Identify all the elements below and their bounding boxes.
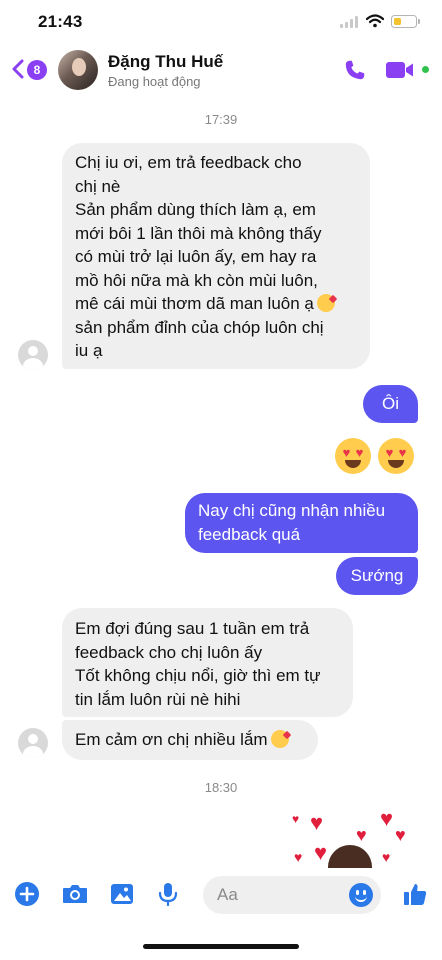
outgoing-message-bubble[interactable]: Sướng (336, 557, 418, 595)
battery-icon (391, 15, 420, 28)
message-input-container[interactable] (203, 876, 381, 914)
contact-avatar[interactable] (58, 50, 98, 90)
heart-icon: ♥ (382, 849, 391, 865)
conversation-header: 8 Đặng Thu Huế Đang hoạt động (0, 44, 442, 98)
incoming-message-bubble[interactable]: Em cảm ơn chị nhiều lắm (62, 720, 318, 760)
message-line: Sản phẩm dùng thích làm ạ, em (75, 200, 316, 219)
heart-icon: ♥ (314, 840, 328, 865)
heart-icon: ♥ (292, 812, 300, 826)
microphone-icon[interactable] (157, 881, 179, 907)
message-line: Em đợi đúng sau 1 tuần em trả (75, 619, 310, 638)
message-line-with-emoji: mê cái mùi thơm dã man luôn ạ (75, 292, 357, 316)
message-line: mới bôi 1 lần thôi mà không thấy (75, 223, 322, 243)
contact-name[interactable]: Đặng Thu Huế (108, 52, 223, 72)
unread-count-badge[interactable]: 8 (27, 60, 47, 80)
online-indicator (420, 64, 431, 75)
contact-status: Đang hoạt động (108, 74, 201, 89)
message-line: Tốt không chịu nổi, giờ thì em tự (75, 666, 321, 685)
kiss-emoji-icon (316, 294, 335, 312)
heart-icon: ♥ (310, 810, 324, 835)
wifi-icon (366, 14, 384, 28)
heart-icon: ♥ (380, 806, 394, 831)
message-composer (0, 868, 442, 924)
message-line: tin lắm luôn rùi nè hihi (75, 689, 241, 709)
plus-circle-icon[interactable] (14, 881, 40, 907)
kiss-emoji-icon (270, 730, 289, 748)
message-text: Em cảm ơn chị nhiều lắm (75, 730, 268, 749)
thumbs-up-icon[interactable] (402, 881, 428, 907)
status-bar: 21:43 (0, 0, 442, 44)
status-time: 21:43 (38, 12, 83, 31)
home-indicator[interactable] (143, 944, 299, 949)
heart-icon: ♥ (395, 825, 406, 845)
signal-icon (340, 16, 358, 28)
heart-icon: ♥ (356, 825, 367, 845)
message-text: mê cái mùi thơm dã man luôn ạ (75, 294, 314, 313)
photo-icon[interactable] (109, 881, 135, 907)
incoming-message-bubble[interactable]: Em đợi đúng sau 1 tuần em trả feedback c… (62, 608, 353, 717)
message-line: sản phẩm đỉnh của chóp luôn chị (75, 317, 324, 337)
message-line: iu ạ (75, 341, 103, 360)
chevron-left-icon[interactable] (10, 58, 26, 80)
message-input[interactable] (217, 883, 347, 907)
timestamp: 17:39 (204, 112, 238, 127)
heart-icon: ♥ (294, 849, 303, 865)
message-line: feedback quá (198, 524, 301, 544)
battery-level (393, 17, 401, 25)
message-text: Ôi (382, 394, 399, 413)
heart-eyes-emoji-icon[interactable]: ♥ ♥ (378, 438, 414, 474)
heart-eyes-emoji-icon[interactable]: ♥ ♥ (335, 438, 371, 474)
camera-icon[interactable] (61, 881, 89, 907)
outgoing-message-bubble[interactable]: Nay chị cũng nhận nhiều feedback quá (185, 493, 418, 553)
outgoing-message-bubble[interactable]: Ôi (363, 385, 418, 423)
message-line: Nay chị cũng nhận nhiều (198, 501, 386, 520)
message-line: feedback cho chị luôn ấy (75, 642, 263, 662)
message-line: có mùi trở lại luôn ấy, em hay ra (75, 247, 317, 266)
sender-avatar[interactable] (18, 340, 48, 370)
message-line: Chị iu ơi, em trả feedback cho (75, 153, 302, 172)
timestamp: 18:30 (204, 780, 238, 795)
message-text: Sướng (350, 566, 404, 585)
message-line: mồ hôi nữa mà kh còn mùi luôn, (75, 270, 318, 290)
incoming-message-bubble[interactable]: Chị iu ơi, em trả feedback cho chị nè Sả… (62, 143, 370, 369)
video-camera-icon[interactable] (385, 60, 415, 80)
emoji-icon[interactable] (349, 883, 373, 907)
phone-icon[interactable] (342, 57, 368, 83)
sender-avatar[interactable] (18, 728, 48, 758)
message-line: chị nè (75, 176, 121, 196)
